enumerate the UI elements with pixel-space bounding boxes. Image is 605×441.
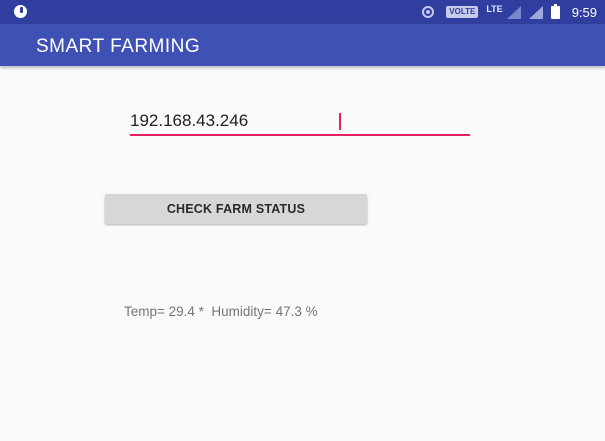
hotspot-icon [422,6,438,18]
ip-address-input[interactable] [130,108,470,134]
volte-badge: VOLTE [446,6,479,18]
app-title: SMART FARMING [36,36,201,57]
check-farm-status-button[interactable]: CHECK FARM STATUS [105,194,367,224]
notification-icon [14,5,27,18]
ip-input-field [130,108,470,136]
app-bar: SMART FARMING [0,24,605,66]
lte-label: LTE [486,4,503,14]
status-time: 9:59 [571,4,597,20]
farm-status-text: Temp= 29.4 * Humidity= 47.3 % [124,304,318,319]
app-screen: VOLTE LTE 9:59 SMART FARMING CHECK FARM … [0,0,605,441]
battery-icon [550,3,560,19]
signal-icon-sim2 [528,5,543,19]
status-bar: VOLTE LTE 9:59 [0,0,605,24]
status-icons: VOLTE LTE 9:59 [422,3,597,21]
text-cursor [339,113,341,130]
signal-icon [506,5,521,19]
